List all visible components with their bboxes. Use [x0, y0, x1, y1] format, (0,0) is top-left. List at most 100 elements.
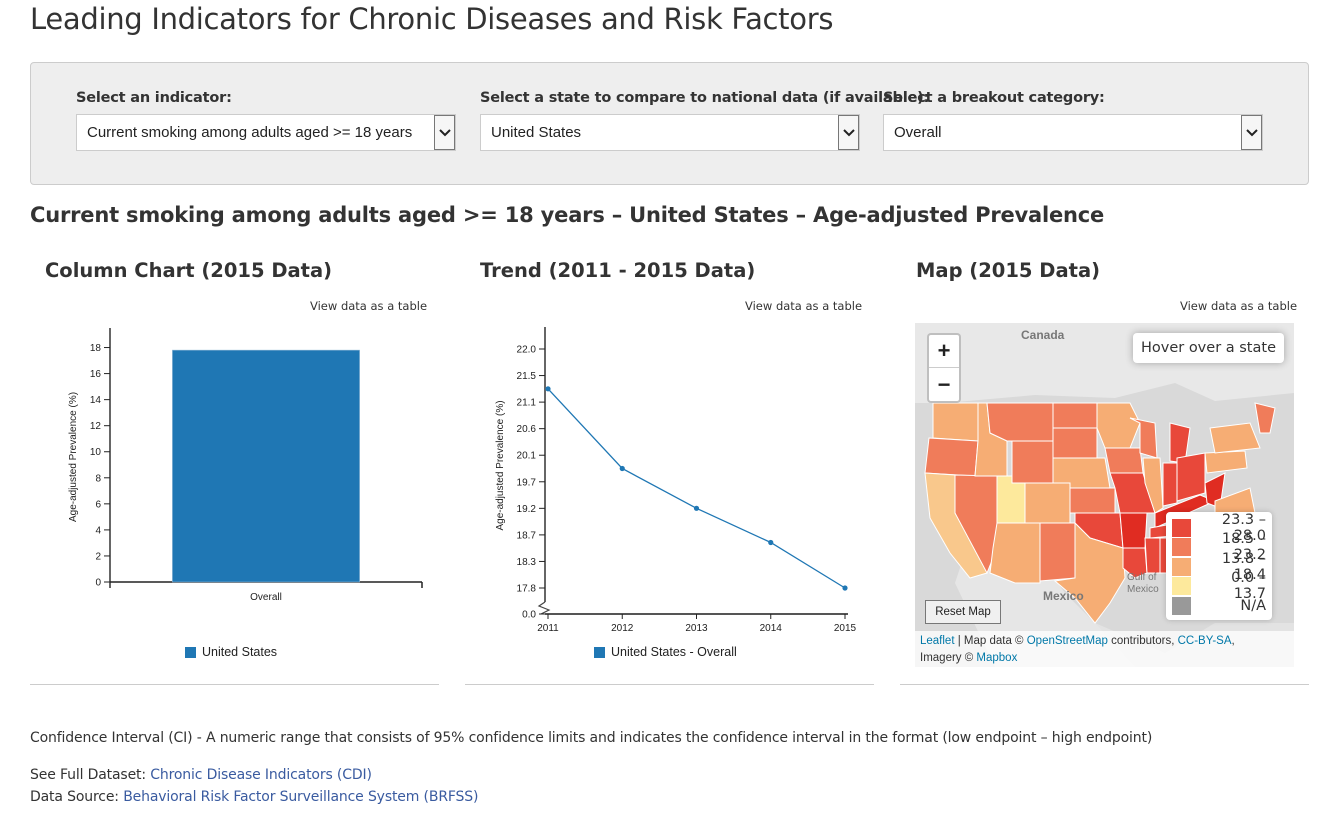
trend-line — [547, 388, 846, 589]
chevron-down-icon[interactable] — [434, 115, 455, 150]
y-tick-label: 18.3 — [517, 557, 537, 568]
state-new-mexico — [1039, 522, 1076, 582]
breakout-value: Overall — [894, 124, 942, 141]
column-chart: 0 2 4 6 8 10 12 14 16 18 Age-adjusted Prevalence (… — [68, 328, 423, 603]
chevron-down-icon[interactable] — [1241, 115, 1262, 150]
y-tick-label: 6 — [95, 499, 101, 510]
openstreetmap-link[interactable]: OpenStreetMap — [1027, 635, 1108, 647]
y-tick-label: 12 — [90, 421, 102, 432]
data-point — [768, 539, 774, 546]
state-arkansas — [1119, 512, 1148, 549]
map-legend: 23.3 – 28.0 18.5 – 23.2 13.8 – 18.4 0.0 – 1… — [1166, 512, 1272, 620]
y-tick-label: 2 — [95, 551, 101, 562]
trend-chart: 0.0 17.8 18.3 18.7 19.2 19.7 20.1 20.6 21.1 21.5 2… — [495, 327, 857, 634]
zoom-in-button[interactable]: + — [929, 335, 959, 368]
dataset-line: See Full Dataset: Chronic Disease Indica… — [30, 767, 372, 783]
legend-label: United States - Overall — [611, 645, 737, 659]
attribution-text: Imagery © — [920, 652, 977, 664]
state-filter: Select a state to compare to national da… — [480, 90, 929, 151]
x-tick-label: Overall — [250, 592, 282, 603]
y-tick-label: 18 — [90, 343, 102, 354]
y-tick-label: 22.0 — [517, 345, 537, 356]
state-mississippi — [1144, 537, 1161, 574]
x-tick-label: 2012 — [611, 623, 634, 634]
state-colorado — [1024, 482, 1071, 524]
legend-swatch — [1172, 577, 1191, 596]
legend-swatch — [594, 646, 605, 658]
breakout-filter: Select a breakout category: Overall — [883, 90, 1263, 151]
mapbox-link[interactable]: Mapbox — [976, 652, 1017, 664]
divider — [30, 684, 439, 685]
y-tick-label: 4 — [95, 525, 101, 536]
license-link[interactable]: CC-BY-SA — [1178, 635, 1232, 647]
state-iowa — [1104, 447, 1144, 474]
y-tick-label: 8 — [95, 473, 101, 484]
zoom-out-button[interactable]: − — [929, 368, 959, 401]
state-wyoming — [1011, 440, 1054, 484]
y-tick-label: 19.2 — [517, 504, 537, 515]
state-montana — [986, 402, 1054, 442]
x-tick-label: 2011 — [537, 623, 559, 634]
leaflet-link[interactable]: Leaflet — [920, 635, 955, 647]
x-tick-label: 2015 — [834, 623, 857, 634]
state-arizona — [989, 522, 1041, 584]
divider — [900, 684, 1309, 685]
legend-swatch — [1172, 557, 1191, 576]
state-label: Select a state to compare to national da… — [480, 90, 930, 106]
y-tick-label: 19.7 — [517, 477, 537, 488]
column-view-table-link[interactable]: View data as a table — [310, 299, 427, 313]
y-tick-label: 21.1 — [517, 398, 537, 409]
filter-panel: Select an indicator: Current smoking amo… — [30, 62, 1309, 185]
brfss-source-link[interactable]: Behavioral Risk Factor Surveillance Syst… — [123, 789, 478, 805]
y-tick-label: 20.6 — [517, 424, 537, 435]
x-tick-label: 2013 — [685, 623, 708, 634]
column-chart-legend: United States — [185, 645, 277, 659]
data-point — [842, 585, 848, 591]
hover-info-box: Hover over a state — [1132, 333, 1284, 363]
indicator-filter: Select an indicator: Current smoking amo… — [76, 90, 456, 151]
state-utah — [996, 475, 1026, 524]
trend-view-table-link[interactable]: View data as a table — [745, 299, 862, 313]
y-tick-label: 20.1 — [517, 451, 537, 462]
cdi-dataset-link[interactable]: Chronic Disease Indicators (CDI) — [150, 767, 372, 783]
y-tick-label: 16 — [90, 369, 102, 380]
state-value: United States — [491, 124, 582, 141]
indicator-value: Current smoking among adults aged >= 18 … — [87, 124, 413, 141]
map-label-canada: Canada — [1021, 328, 1065, 342]
x-tick-label: 2014 — [760, 623, 783, 634]
map-label-mexico: Mexico — [1043, 589, 1084, 603]
state-ohio — [1176, 452, 1206, 502]
state-nebraska — [1052, 457, 1111, 489]
indicator-subtitle: Current smoking among adults aged >= 18 … — [30, 203, 1105, 227]
y-tick-label: 14 — [90, 395, 102, 406]
axis-break-icon — [537, 601, 551, 615]
state-select[interactable]: United States — [480, 114, 860, 151]
map-zoom-control: + − — [927, 333, 961, 403]
choropleth-map[interactable]: Canada Mexico Gulf of Mexico + − Hover o… — [915, 323, 1294, 667]
state-kansas — [1069, 487, 1116, 514]
trend-chart-legend: United States - Overall — [594, 645, 737, 659]
reset-map-button[interactable]: Reset Map — [925, 600, 1001, 624]
map-legend-item: N/A — [1172, 596, 1266, 616]
state-indiana — [1162, 462, 1178, 507]
breakout-select[interactable]: Overall — [883, 114, 1263, 151]
indicator-select[interactable]: Current smoking among adults aged >= 18 … — [76, 114, 456, 151]
indicator-label: Select an indicator: — [76, 90, 232, 106]
legend-label: N/A — [1240, 597, 1266, 614]
legend-label: United States — [202, 645, 278, 659]
legend-swatch — [185, 646, 196, 658]
legend-swatch — [1172, 596, 1191, 615]
state-washington — [932, 402, 979, 442]
map-attribution: Leaflet | Map data © OpenStreetMap contr… — [915, 631, 1294, 667]
state-oregon — [924, 437, 979, 477]
legend-swatch — [1172, 518, 1191, 537]
divider — [465, 684, 874, 685]
map-view-table-link[interactable]: View data as a table — [1180, 299, 1297, 313]
chevron-down-icon[interactable] — [838, 115, 859, 150]
column-chart-title: Column Chart (2015 Data) — [45, 259, 333, 282]
state-south-dakota — [1052, 427, 1098, 459]
map-label-gulf: Gulf of Mexico — [1127, 572, 1159, 595]
dataset-label: See Full Dataset: — [30, 767, 151, 783]
y-tick-label: 10 — [90, 447, 102, 458]
y-tick-label: 17.8 — [517, 584, 537, 595]
